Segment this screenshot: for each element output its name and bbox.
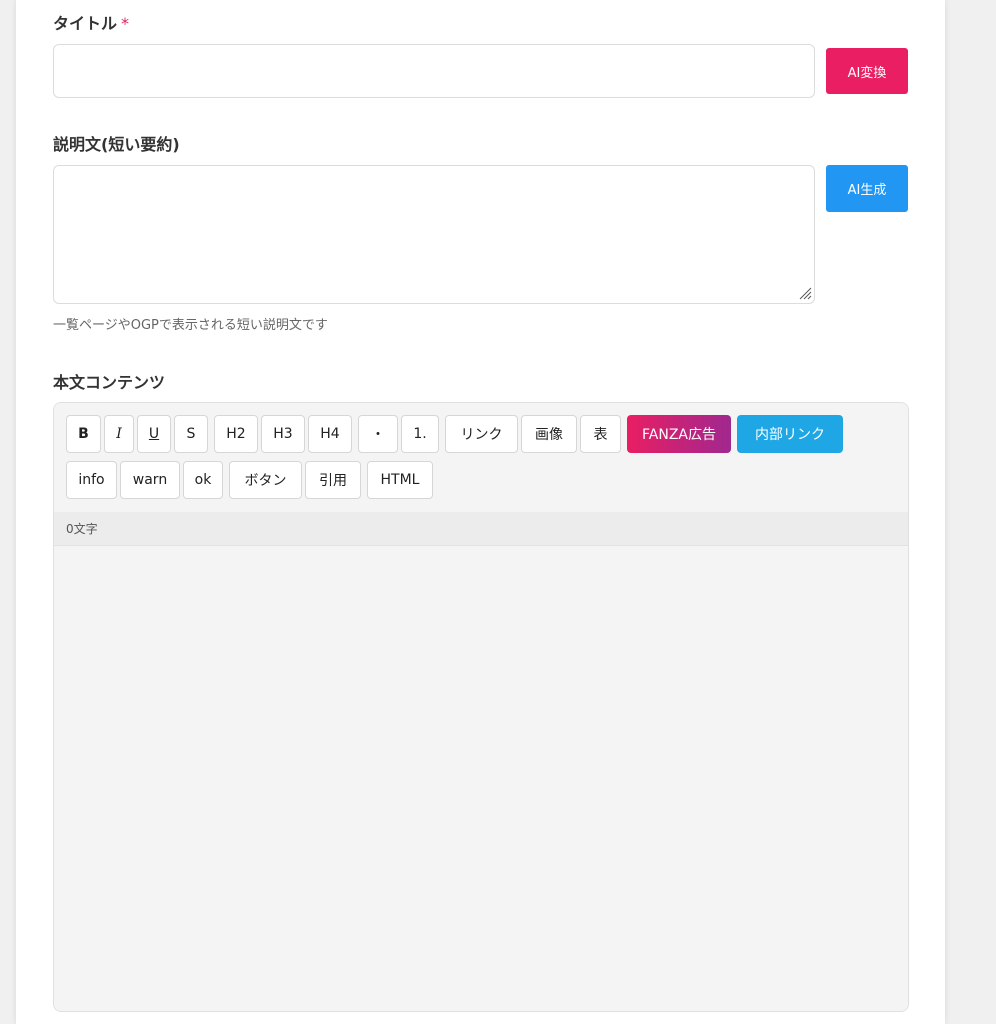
internal-link-button[interactable]: 内部リンク (737, 415, 843, 453)
content-editor: B I U S H2 H3 H4 ・ 1. リンク 画像 表 FANZA広告 内… (53, 402, 909, 1012)
italic-button[interactable]: I (104, 415, 134, 453)
bold-button[interactable]: B (66, 415, 101, 453)
strikethrough-button[interactable]: S (174, 415, 208, 453)
form-card: タイトル * AI変換 説明文(短い要約) AI生成 一覧ページやOGPで表示され… (16, 0, 945, 1024)
bullet-list-button[interactable]: ・ (358, 415, 398, 453)
description-label: 説明文(短い要約) (53, 135, 180, 154)
content-label: 本文コンテンツ (53, 373, 166, 392)
info-box-button[interactable]: info (66, 461, 117, 499)
description-hint: 一覧ページやOGPで表示される短い説明文です (53, 318, 328, 333)
table-button[interactable]: 表 (580, 415, 621, 453)
button-insert-button[interactable]: ボタン (229, 461, 302, 499)
link-button[interactable]: リンク (445, 415, 518, 453)
html-button[interactable]: HTML (367, 461, 433, 499)
h2-button[interactable]: H2 (214, 415, 258, 453)
editor-toolbar: B I U S H2 H3 H4 ・ 1. リンク 画像 表 FANZA広告 内… (54, 403, 908, 513)
fanza-ad-button[interactable]: FANZA広告 (627, 415, 731, 453)
ordered-list-button[interactable]: 1. (401, 415, 439, 453)
char-count: 0文字 (54, 512, 908, 546)
resize-handle-icon[interactable] (796, 284, 812, 300)
image-button[interactable]: 画像 (521, 415, 577, 453)
content-textarea[interactable] (54, 546, 908, 1011)
h4-button[interactable]: H4 (308, 415, 352, 453)
ai-generate-button[interactable]: AI生成 (826, 165, 908, 212)
title-label: タイトル * (53, 10, 129, 34)
title-input[interactable] (53, 44, 815, 98)
ai-convert-button[interactable]: AI変換 (826, 48, 908, 94)
required-mark: * (121, 14, 130, 33)
ok-box-button[interactable]: ok (183, 461, 223, 499)
underline-button[interactable]: U (137, 415, 171, 453)
h3-button[interactable]: H3 (261, 415, 305, 453)
quote-button[interactable]: 引用 (305, 461, 361, 499)
warn-box-button[interactable]: warn (120, 461, 180, 499)
description-textarea[interactable] (53, 165, 815, 304)
title-label-text: タイトル (53, 14, 118, 33)
